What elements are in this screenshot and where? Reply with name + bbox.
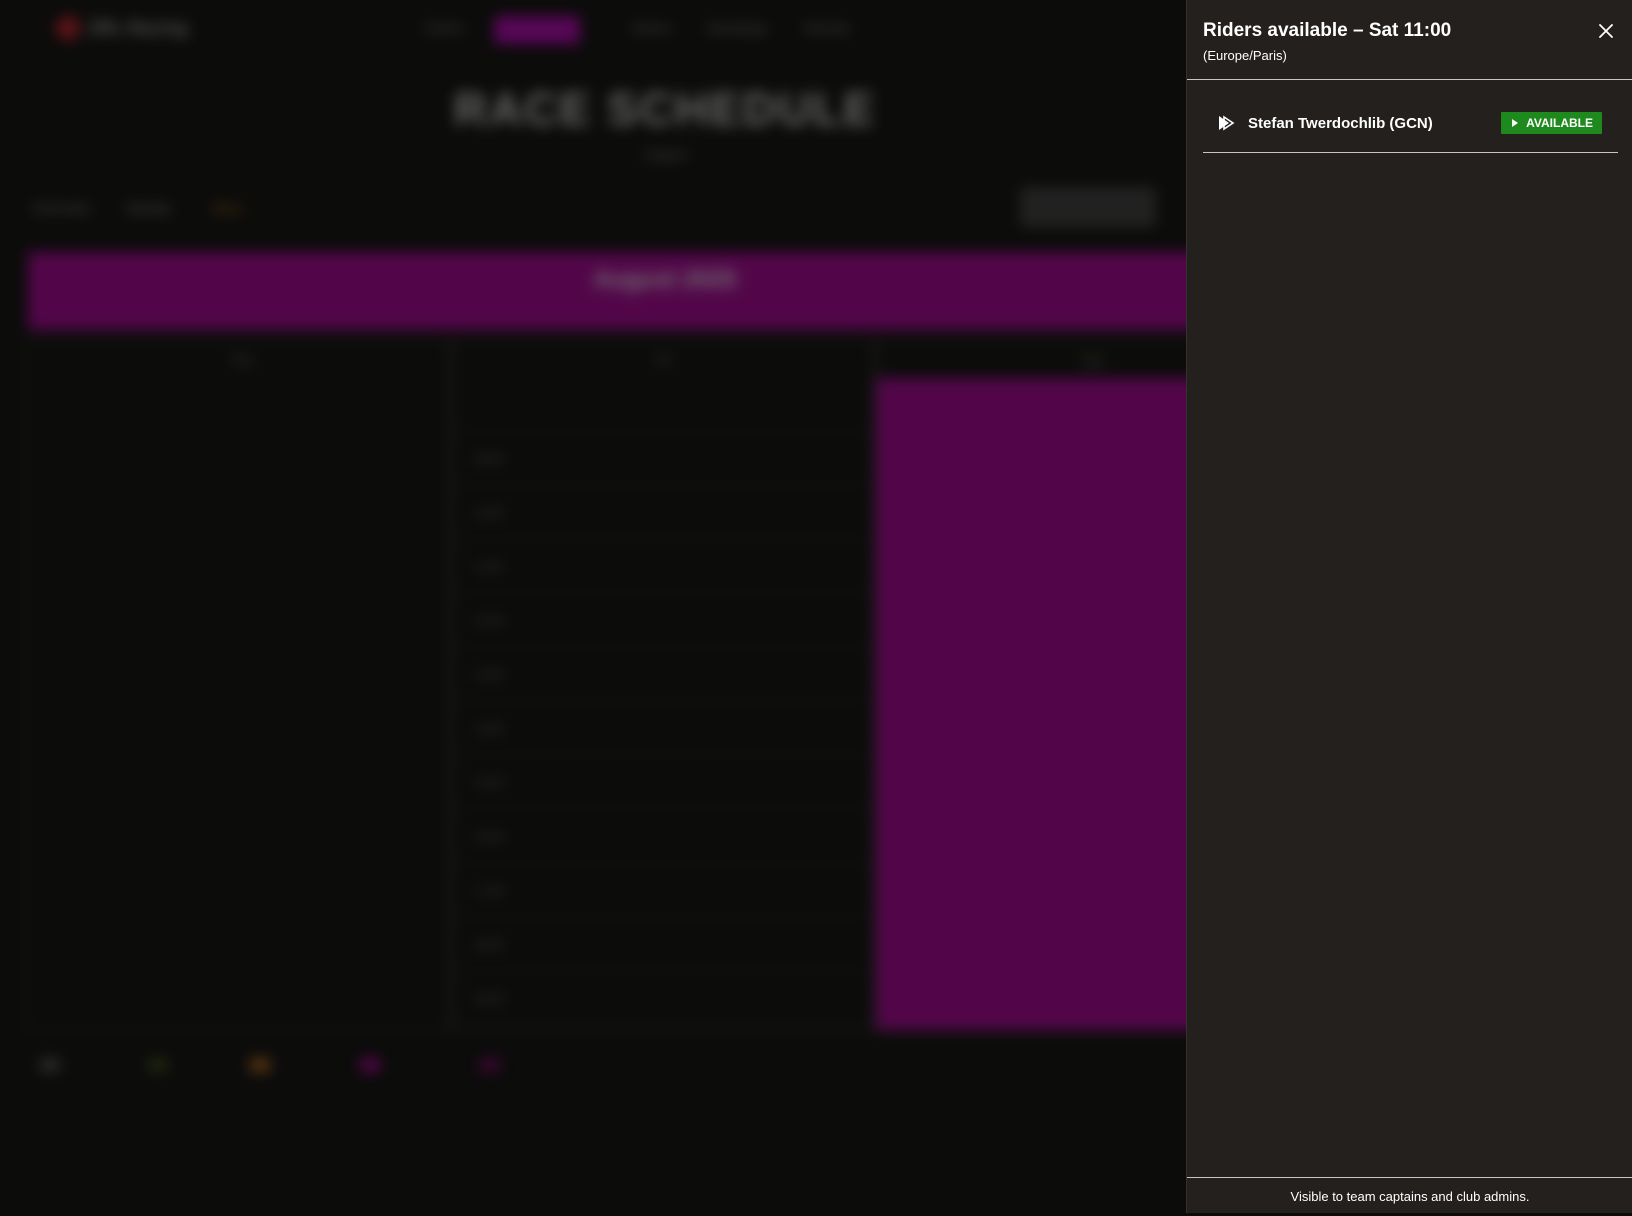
- page-title: RACE SCHEDULE: [453, 83, 877, 135]
- time-slot-list: 09:00 10:00 11:00 12:00 13:00 14:00 15:0…: [456, 378, 876, 1026]
- add-rider-button[interactable]: [1020, 187, 1156, 227]
- time-slot[interactable]: 12:00: [456, 594, 876, 648]
- time-slot[interactable]: 10:00: [456, 486, 876, 540]
- day-header-fri: Fri: [656, 352, 673, 368]
- close-icon: [1599, 24, 1613, 38]
- close-button[interactable]: [1594, 19, 1618, 43]
- status-label: AVAILABLE: [1526, 116, 1593, 130]
- nav-link-races-active[interactable]: [494, 16, 580, 44]
- time-slot[interactable]: 15:00: [456, 756, 876, 810]
- page-subtitle: August: [643, 146, 687, 162]
- day-header-sat: Sat: [1082, 352, 1104, 368]
- filter-mine[interactable]: Mine: [212, 200, 242, 216]
- filter-weekly[interactable]: Weekly: [126, 200, 172, 216]
- legend-swatch: [480, 1058, 500, 1072]
- legend-swatch: [360, 1058, 380, 1072]
- time-slot[interactable]: 13:00: [456, 648, 876, 702]
- logo-icon: [56, 16, 80, 40]
- time-slot[interactable]: 14:00: [456, 702, 876, 756]
- time-slot[interactable]: [456, 378, 876, 432]
- status-badge: AVAILABLE: [1501, 112, 1602, 134]
- time-slot[interactable]: 16:00: [456, 810, 876, 864]
- time-slot[interactable]: 18:00: [456, 918, 876, 972]
- logo-text: ZRL Racing: [88, 18, 188, 38]
- rider-row: Stefan Twerdochlib (GCN) AVAILABLE: [1203, 108, 1618, 153]
- drawer-timezone: (Europe/Paris): [1203, 48, 1287, 63]
- time-slot[interactable]: 19:00: [456, 972, 876, 1026]
- play-icon: [1512, 119, 1519, 127]
- time-slot[interactable]: 11:00: [456, 540, 876, 594]
- rider-name: Stefan Twerdochlib (GCN): [1248, 114, 1433, 132]
- time-slot[interactable]: 17:00: [456, 864, 876, 918]
- legend-swatch: [250, 1058, 270, 1072]
- nav-link-standings[interactable]: Standings: [706, 20, 768, 36]
- nav-link-results[interactable]: Results: [804, 20, 851, 36]
- filter-overview[interactable]: Overview: [32, 200, 90, 216]
- drawer-footer-note: Visible to team captains and club admins…: [1187, 1177, 1632, 1213]
- nav-link-series[interactable]: Series: [424, 20, 464, 36]
- nav-link-teams[interactable]: Teams: [630, 20, 671, 36]
- column-divider: [448, 340, 454, 1032]
- drawer-header: Riders available – Sat 11:00 (Europe/Par…: [1187, 0, 1632, 80]
- legend-swatch: [148, 1058, 168, 1072]
- drawer-title: Riders available – Sat 11:00: [1203, 20, 1452, 41]
- riders-available-drawer: Riders available – Sat 11:00 (Europe/Par…: [1186, 0, 1632, 1213]
- day-header-thu: Thu: [230, 352, 255, 368]
- month-title: August 2025: [593, 266, 737, 293]
- time-slot[interactable]: 09:00: [456, 432, 876, 486]
- rider-list: Stefan Twerdochlib (GCN) AVAILABLE: [1187, 80, 1632, 153]
- play-forward-icon: [1218, 114, 1239, 132]
- legend-swatch: [40, 1058, 60, 1072]
